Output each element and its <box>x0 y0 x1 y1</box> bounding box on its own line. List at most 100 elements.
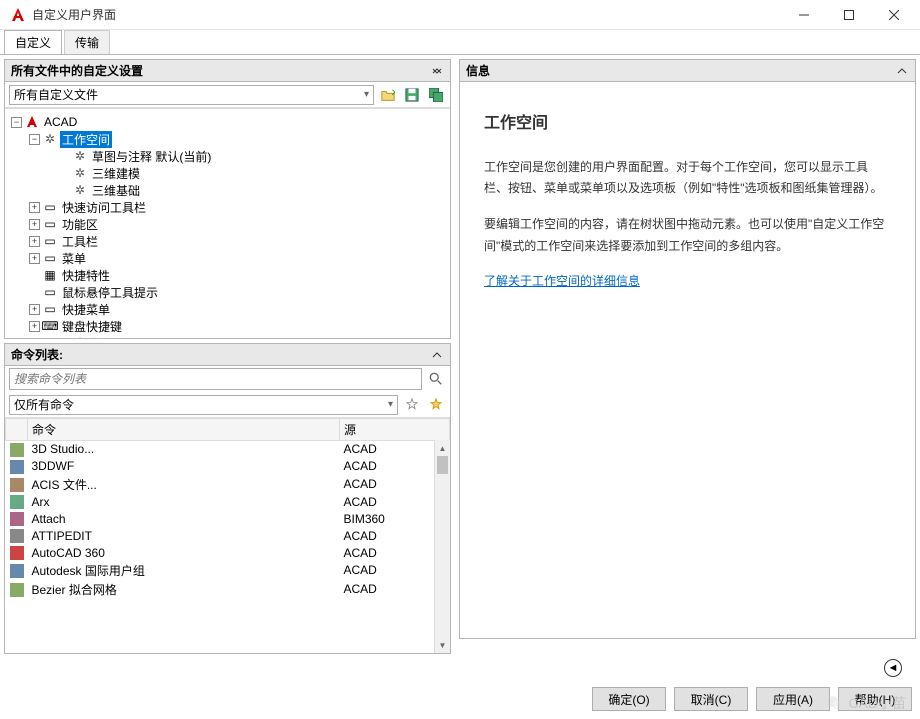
tab-customize[interactable]: 自定义 <box>4 30 62 54</box>
customization-tree[interactable]: −ACAD −✲工作空间 ✲草图与注释 默认(当前) ✲三维建模 ✲三维基础 +… <box>5 108 450 338</box>
cmd-src: ACAD <box>340 580 450 599</box>
info-paragraph: 要编辑工作空间的内容，请在树状图中拖动元素。也可以使用"自定义工作空间"模式的工… <box>484 214 891 257</box>
cmd-name: Autodesk 国际用户组 <box>28 561 340 580</box>
info-paragraph: 工作空间是您创建的用户界面配置。对于每个工作空间，您可以显示工具栏、按钮、菜单或… <box>484 157 891 200</box>
gear-icon: ✲ <box>73 183 87 197</box>
scroll-up-icon[interactable]: ▲ <box>435 440 450 456</box>
expander-icon[interactable]: + <box>29 321 40 332</box>
keyboard-icon: ⌨ <box>43 319 57 333</box>
cmd-src: ACAD <box>340 544 450 561</box>
cmd-name: ATTIPEDIT <box>28 527 340 544</box>
expander-icon[interactable]: + <box>29 253 40 264</box>
table-row[interactable]: 3DDWFACAD <box>6 458 450 475</box>
tree-node[interactable]: 草图与注释 默认(当前) <box>90 148 213 165</box>
tree-node[interactable]: 快速访问工具栏 <box>60 199 148 216</box>
cmd-name: 3D Studio... <box>28 441 340 458</box>
menu-icon: ▭ <box>43 251 57 265</box>
tree-node[interactable]: 双击动作 <box>60 335 112 339</box>
customizations-panel: 所有文件中的自定义设置 所有自定义文件 ▾ −ACAD −✲工作空间 ✲草图与注… <box>4 59 451 339</box>
open-icon[interactable] <box>378 85 398 105</box>
chevron-up-icon[interactable] <box>430 64 444 78</box>
panel-header[interactable]: 所有文件中的自定义设置 <box>5 60 450 82</box>
help-icon[interactable]: ◄ <box>884 659 902 677</box>
table-row[interactable]: ACIS 文件...ACAD <box>6 475 450 494</box>
properties-icon: ▦ <box>43 268 57 282</box>
panel-title: 所有文件中的自定义设置 <box>11 62 143 79</box>
expander-icon[interactable]: + <box>29 236 40 247</box>
cmd-src: ACAD <box>340 494 450 511</box>
tree-node[interactable]: 菜单 <box>60 250 88 267</box>
expander-icon[interactable]: + <box>29 219 40 230</box>
expander-icon[interactable]: + <box>29 304 40 315</box>
cmd-src: ACAD <box>340 441 450 458</box>
chevron-up-icon[interactable] <box>895 64 909 78</box>
expander-icon[interactable]: + <box>29 202 40 213</box>
info-panel: 信息 工作空间 工作空间是您创建的用户界面配置。对于每个工作空间，您可以显示工具… <box>459 59 916 639</box>
expander-icon[interactable]: + <box>29 338 40 339</box>
ok-button[interactable]: 确定(O) <box>592 687 666 711</box>
col-command[interactable]: 命令 <box>28 419 340 441</box>
table-row[interactable]: 3D Studio...ACAD <box>6 441 450 458</box>
panel-header[interactable]: 命令列表: <box>5 344 450 366</box>
command-table[interactable]: 命令 源 3D Studio...ACAD3DDWFACADACIS 文件...… <box>5 418 450 653</box>
col-source[interactable]: 源 <box>340 419 450 441</box>
maximize-button[interactable] <box>826 1 871 29</box>
apply-button[interactable]: 应用(A) <box>756 687 830 711</box>
tree-node[interactable]: 快捷菜单 <box>60 301 112 318</box>
tree-node[interactable]: 工具栏 <box>60 233 100 250</box>
command-filter-select[interactable]: 仅所有命令 ▾ <box>9 395 398 415</box>
app-icon <box>10 7 26 23</box>
favorite-icon[interactable] <box>426 395 446 415</box>
tree-node[interactable]: 鼠标悬停工具提示 <box>60 284 160 301</box>
cancel-button[interactable]: 取消(C) <box>674 687 748 711</box>
scrollbar[interactable]: ▲ ▼ <box>434 440 450 653</box>
help-button[interactable]: 帮助(H) <box>838 687 912 711</box>
tree-root[interactable]: ACAD <box>42 115 79 129</box>
panel-title: 命令列表: <box>11 346 63 363</box>
cmd-name: Arx <box>28 494 340 511</box>
save-all-icon[interactable] <box>426 85 446 105</box>
tree-node[interactable]: 功能区 <box>60 216 100 233</box>
close-button[interactable] <box>871 1 916 29</box>
chevron-down-icon: ▾ <box>364 89 369 100</box>
tree-node[interactable]: 三维基础 <box>90 182 142 199</box>
table-row[interactable]: ArxACAD <box>6 494 450 511</box>
chevron-up-icon[interactable] <box>430 348 444 362</box>
cmd-src: ACAD <box>340 458 450 475</box>
table-row[interactable]: Bezier 拟合网格ACAD <box>6 580 450 599</box>
tree-node[interactable]: 快捷特性 <box>60 267 112 284</box>
save-icon[interactable] <box>402 85 422 105</box>
info-heading: 工作空间 <box>484 110 891 139</box>
panel-title: 信息 <box>466 62 490 79</box>
minimize-button[interactable] <box>781 1 826 29</box>
search-input[interactable] <box>9 368 422 390</box>
cmd-src: BIM360 <box>340 510 450 527</box>
menu-icon: ▭ <box>43 302 57 316</box>
filter-select[interactable]: 所有自定义文件 ▾ <box>9 85 374 105</box>
info-link[interactable]: 了解关于工作空间的详细信息 <box>484 274 640 288</box>
expander-icon[interactable]: − <box>11 117 22 128</box>
search-icon[interactable] <box>426 369 446 389</box>
toolbar-icon: ▭ <box>43 200 57 214</box>
table-row[interactable]: ATTIPEDITACAD <box>6 527 450 544</box>
cmd-name: AutoCAD 360 <box>28 544 340 561</box>
scroll-thumb[interactable] <box>437 456 448 474</box>
cmd-name: Attach <box>28 510 340 527</box>
tree-node[interactable]: 键盘快捷键 <box>60 318 124 335</box>
new-command-icon[interactable] <box>402 395 422 415</box>
expander-icon[interactable]: − <box>29 134 40 145</box>
scroll-down-icon[interactable]: ▼ <box>435 637 450 653</box>
ribbon-icon: ▭ <box>43 217 57 231</box>
command-list-panel: 命令列表: 仅所有命令 ▾ <box>4 343 451 654</box>
filter-value: 所有自定义文件 <box>14 86 98 103</box>
app-icon <box>25 115 39 129</box>
panel-header[interactable]: 信息 <box>460 60 915 82</box>
table-row[interactable]: AttachBIM360 <box>6 510 450 527</box>
dblclick-icon: ▭ <box>43 336 57 338</box>
tree-workspace[interactable]: 工作空间 <box>60 131 112 148</box>
table-row[interactable]: AutoCAD 360ACAD <box>6 544 450 561</box>
window-title: 自定义用户界面 <box>32 6 781 23</box>
tab-transfer[interactable]: 传输 <box>64 30 110 54</box>
tree-node[interactable]: 三维建模 <box>90 165 142 182</box>
table-row[interactable]: Autodesk 国际用户组ACAD <box>6 561 450 580</box>
